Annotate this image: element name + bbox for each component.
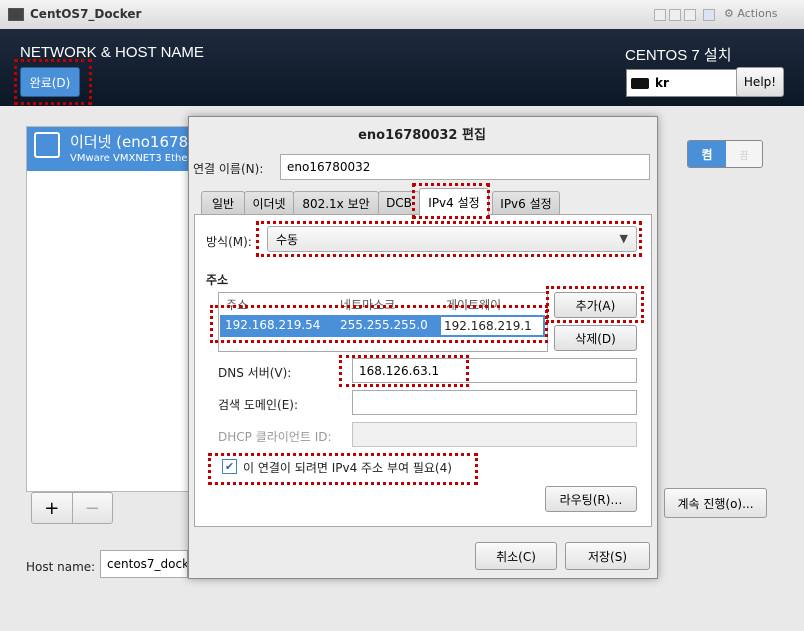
method-label: 방식(M): — [206, 235, 252, 249]
install-title: CENTOS 7 설치 — [625, 47, 732, 64]
ipv4-tab-highlight — [412, 183, 490, 219]
interface-description: VMware VMXNET3 Ethe — [70, 153, 188, 164]
toggle-on-label: 켬 — [688, 141, 726, 167]
routes-button[interactable]: 라우팅(R)… — [545, 486, 637, 512]
connection-name-label: 연결 이름(N): — [193, 162, 264, 176]
dialog-title: eno16780032 편집 — [358, 128, 486, 143]
keyboard-layout-indicator[interactable]: kr — [626, 69, 738, 97]
tab-general[interactable]: 일반 — [201, 191, 245, 214]
address-section-title: 주소 — [206, 273, 229, 287]
keyboard-layout-label: kr — [655, 76, 669, 90]
tab-8021x-security[interactable]: 802.1x 보안 — [293, 191, 379, 214]
vm-flag-icon[interactable] — [703, 9, 715, 21]
remove-interface-button[interactable]: − — [71, 493, 113, 523]
add-interface-button[interactable]: + — [32, 493, 72, 523]
interface-list-controls: + − — [31, 492, 113, 524]
tab-ethernet[interactable]: 이더넷 — [244, 191, 294, 214]
dhcp-client-id-label: DHCP 클라이언트 ID: — [218, 430, 332, 444]
done-button[interactable]: 완료(D) — [20, 67, 80, 97]
address-row-highlight — [210, 305, 548, 343]
vm-minimize-icon[interactable] — [654, 9, 666, 21]
continue-button[interactable]: 계속 진행(o)... — [664, 488, 767, 518]
keyboard-icon — [631, 77, 649, 89]
interface-name: 이더넷 (eno1678 — [70, 133, 189, 151]
dhcp-client-id-input — [352, 422, 637, 447]
hostname-input[interactable]: centos7_docker — [100, 550, 188, 578]
dns-label: DNS 서버(V): — [218, 366, 292, 380]
dns-highlight — [339, 355, 469, 387]
vm-title: CentOS7_Docker — [30, 7, 142, 21]
add-button-highlight — [546, 286, 644, 323]
delete-address-button[interactable]: 삭제(D) — [554, 325, 637, 351]
hostname-label: Host name: — [26, 560, 96, 574]
vm-close-icon[interactable] — [684, 9, 696, 21]
search-domain-input[interactable] — [352, 390, 637, 415]
ethernet-icon — [34, 132, 60, 158]
vm-actions-label: Actions — [737, 7, 778, 20]
search-domain-label: 검색 도메인(E): — [218, 398, 299, 412]
interface-toggle[interactable]: 켬 끔 — [687, 140, 763, 168]
help-button[interactable]: Help! — [736, 67, 784, 97]
interface-list — [26, 126, 192, 492]
vm-restore-icon[interactable] — [669, 9, 681, 21]
method-highlight — [256, 221, 642, 257]
toggle-off-label: 끔 — [726, 141, 762, 167]
tab-ipv6[interactable]: IPv6 설정 — [492, 191, 560, 214]
require-ipv4-highlight — [208, 453, 478, 485]
vm-actions-menu[interactable]: ⚙ Actions — [724, 7, 778, 20]
save-button[interactable]: 저장(S) — [565, 542, 650, 570]
connection-name-input[interactable]: eno16780032 — [280, 154, 650, 180]
vm-window-icon — [8, 8, 24, 21]
cancel-button[interactable]: 취소(C) — [475, 542, 557, 570]
